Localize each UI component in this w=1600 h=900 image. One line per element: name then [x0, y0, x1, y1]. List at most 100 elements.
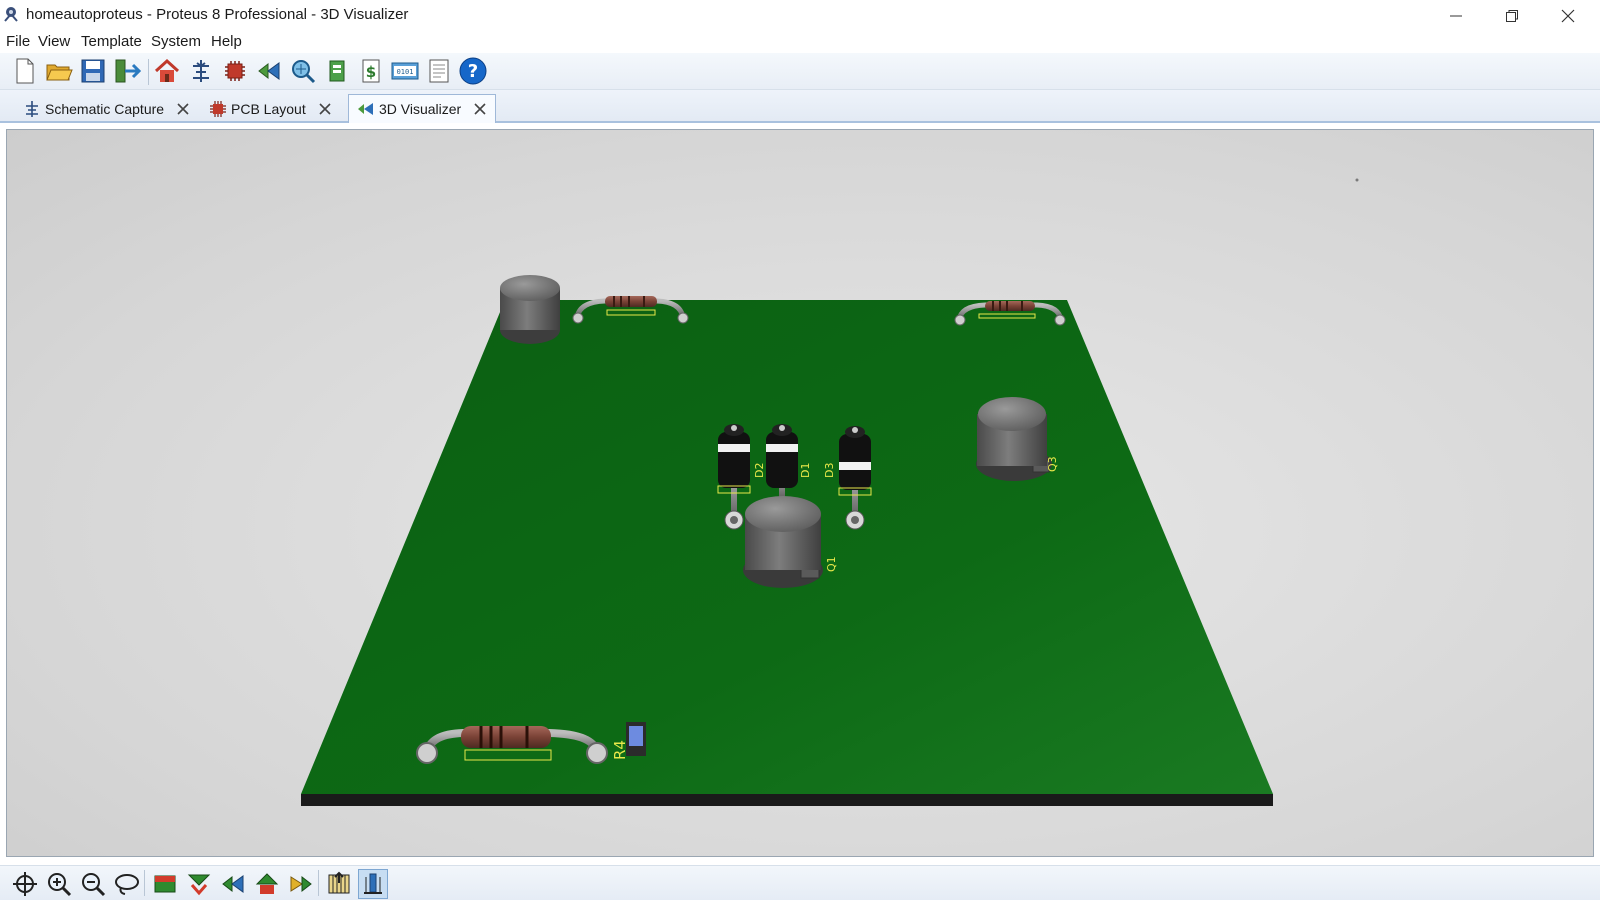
exit-door-icon	[115, 59, 141, 83]
toolbar-separator	[318, 870, 319, 896]
label-q3: Q3	[1046, 456, 1059, 472]
source-code-button[interactable]: 0101	[390, 56, 420, 86]
new-file-icon	[16, 58, 34, 84]
zoom-out-button[interactable]	[78, 869, 108, 899]
view-front-button[interactable]	[184, 869, 214, 899]
transistor-q1	[743, 496, 823, 588]
view-top-button[interactable]	[150, 869, 180, 899]
dollar-icon: $	[362, 59, 380, 83]
notes-icon	[429, 59, 449, 83]
gerber-viewer-icon	[292, 60, 316, 84]
zoom-out-icon	[82, 873, 106, 897]
minimize-button[interactable]	[1428, 0, 1484, 31]
tab-label: PCB Layout	[231, 101, 306, 117]
menu-bar: File View Template System Help	[0, 31, 1600, 53]
tab-3d-visualizer[interactable]: 3D Visualizer	[348, 94, 497, 123]
binary-code-icon: 0101	[391, 62, 419, 80]
viewport-frame: D2 D1 D3 Q1 Q3 R4	[0, 123, 1600, 865]
menu-help[interactable]: Help	[211, 33, 242, 50]
view-back-button[interactable]	[252, 869, 282, 899]
close-tab-icon[interactable]	[176, 102, 190, 116]
restore-button[interactable]	[1484, 0, 1540, 31]
home-icon	[154, 58, 180, 82]
save-project-button[interactable]	[78, 56, 108, 86]
menu-template[interactable]: Template	[81, 33, 142, 50]
svg-text:?: ?	[468, 61, 478, 82]
minimize-icon	[1450, 15, 1462, 16]
schematic-capture-button[interactable]	[186, 56, 216, 86]
pcb-chip-icon	[210, 101, 226, 117]
viewport-marker-dot	[1355, 178, 1359, 182]
design-explorer-icon	[329, 60, 345, 82]
thickness-icon	[364, 873, 382, 894]
left-view-icon	[222, 875, 244, 893]
proteus-app-icon	[4, 7, 18, 22]
help-button[interactable]: ?	[458, 56, 488, 86]
height-filter-button[interactable]	[324, 869, 354, 899]
toolbar-separator	[144, 870, 145, 896]
front-view-icon	[187, 874, 211, 896]
close-tab-icon[interactable]	[318, 102, 332, 116]
zoom-in-icon	[48, 873, 72, 897]
save-disk-icon	[81, 59, 105, 83]
tab-schematic-capture[interactable]: Schematic Capture	[14, 94, 199, 123]
lasso-icon	[115, 874, 139, 895]
menu-system[interactable]: System	[151, 33, 201, 50]
back-view-icon	[255, 873, 279, 894]
transistor-top-left	[500, 275, 560, 344]
menu-file[interactable]: File	[6, 33, 30, 50]
tab-pcb-layout[interactable]: PCB Layout	[200, 94, 341, 123]
document-tabs: Schematic Capture PCB Layout 3D Visualiz…	[0, 90, 1600, 123]
show-board-thickness-button[interactable]	[358, 869, 388, 899]
pcb-layout-button[interactable]	[220, 56, 250, 86]
home-page-button[interactable]	[152, 56, 182, 86]
fly-mode-button[interactable]	[10, 869, 40, 899]
open-project-button[interactable]	[44, 56, 74, 86]
zoom-extents-button[interactable]	[112, 869, 142, 899]
project-notes-button[interactable]	[424, 56, 454, 86]
label-d1: D1	[799, 463, 812, 478]
close-icon	[1561, 9, 1575, 22]
crosshair-icon	[13, 872, 37, 896]
schematic-icon	[26, 101, 38, 117]
pcb-board-edge	[301, 794, 1273, 806]
label-d2: D2	[753, 463, 766, 478]
tab-label: Schematic Capture	[45, 101, 165, 117]
top-view-icon	[154, 875, 176, 893]
design-explorer-button[interactable]	[322, 56, 352, 86]
zoom-in-button[interactable]	[44, 869, 74, 899]
view-right-button[interactable]	[286, 869, 316, 899]
visualizer-icon	[258, 62, 280, 80]
smd-component-blue	[626, 722, 646, 756]
toolbar-separator	[148, 59, 149, 85]
view-toolbar	[0, 865, 1600, 900]
close-window-button[interactable]	[1540, 0, 1596, 31]
3d-viewport[interactable]: D2 D1 D3 Q1 Q3 R4	[6, 129, 1594, 857]
bill-of-materials-button[interactable]: $	[356, 56, 386, 86]
schematic-icon	[193, 60, 209, 82]
close-tab-icon[interactable]	[473, 102, 487, 116]
svg-text:$: $	[366, 63, 376, 81]
gerber-viewer-button[interactable]	[288, 56, 318, 86]
restore-icon	[1506, 9, 1518, 22]
visualizer-icon	[358, 103, 373, 115]
title-bar: homeautoproteus - Proteus 8 Professional…	[0, 0, 1600, 31]
new-project-button[interactable]	[10, 56, 40, 86]
3d-scene: D2 D1 D3 Q1 Q3 R4	[301, 178, 1359, 806]
close-project-button[interactable]	[112, 56, 142, 86]
menu-view[interactable]: View	[38, 33, 70, 50]
label-q1: Q1	[825, 556, 838, 572]
open-folder-icon	[46, 64, 73, 81]
main-toolbar: $ 0101 ?	[0, 53, 1600, 90]
tab-label: 3D Visualizer	[379, 101, 462, 117]
svg-text:0101: 0101	[397, 68, 414, 76]
3d-visualizer-button[interactable]	[254, 56, 284, 86]
transistor-q3	[976, 397, 1052, 481]
label-d3: D3	[823, 463, 836, 478]
pcb-chip-icon	[225, 61, 245, 81]
view-left-button[interactable]	[218, 869, 248, 899]
right-view-icon	[290, 875, 312, 893]
window-title: homeautoproteus - Proteus 8 Professional…	[26, 6, 409, 23]
help-icon: ?	[459, 57, 487, 85]
height-filter-icon	[328, 871, 350, 894]
